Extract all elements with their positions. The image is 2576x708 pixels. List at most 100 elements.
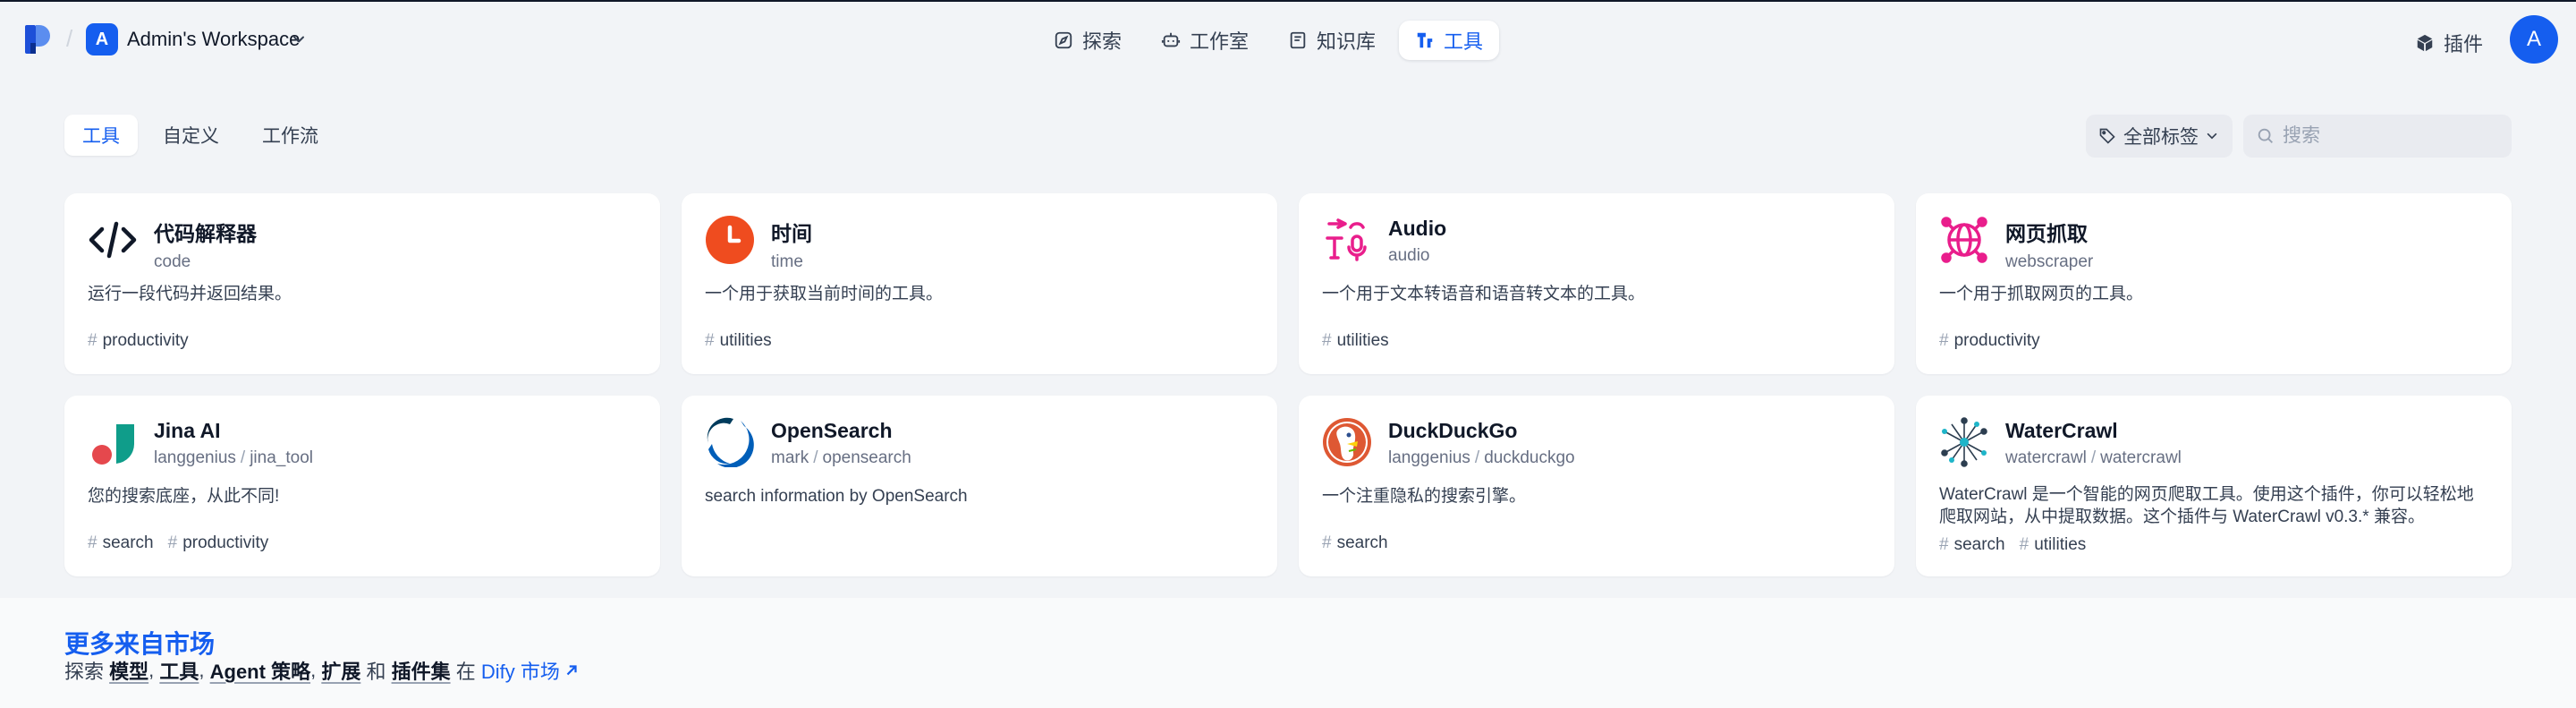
tool-tags: # search # productivity bbox=[88, 533, 268, 553]
tool-grid: 代码解释器 code 运行一段代码并返回结果。 # productivity 时间… bbox=[64, 193, 2512, 576]
tool-title: 时间 bbox=[771, 222, 812, 245]
tool-description: WaterCrawl 是一个智能的网页爬取工具。使用这个插件，你可以轻松地爬取网… bbox=[1939, 485, 2474, 526]
nav-knowledge[interactable]: 知识库 bbox=[1272, 21, 1392, 60]
tool-card-opensearch[interactable]: OpenSearch mark / opensearch search inform… bbox=[682, 396, 1277, 576]
plugins-label: 插件 bbox=[2444, 33, 2484, 55]
tag-chip: # search bbox=[88, 533, 154, 552]
tool-name: webscraper bbox=[2005, 252, 2094, 271]
clock-icon bbox=[706, 216, 754, 264]
nav-tools[interactable]: 工具 bbox=[1399, 21, 1500, 60]
search-input[interactable] bbox=[2283, 125, 2497, 147]
nav-label: 工作室 bbox=[1190, 30, 1250, 53]
tool-title: OpenSearch bbox=[771, 419, 893, 442]
tab-workflow[interactable]: 工作流 bbox=[244, 115, 336, 156]
nav-explore[interactable]: 探索 bbox=[1038, 21, 1138, 60]
tool-description: 您的搜索底座，从此不同! bbox=[88, 487, 280, 506]
user-avatar[interactable]: A bbox=[2510, 15, 2558, 64]
marketplace-kw-models: 模型 bbox=[109, 661, 149, 683]
tag-icon bbox=[2099, 128, 2115, 144]
marketplace-kw-extensions: 扩展 bbox=[321, 661, 361, 683]
book-icon bbox=[1290, 31, 1306, 49]
tool-tags: # utilities bbox=[705, 331, 772, 351]
marketplace-kw-tools: 工具 bbox=[159, 661, 199, 683]
tool-description: 一个用于抓取网页的工具。 bbox=[1939, 285, 2144, 303]
tag-chip: # productivity bbox=[167, 533, 269, 552]
search-box bbox=[2243, 115, 2512, 158]
nav-label: 工具 bbox=[1444, 30, 1484, 53]
tab-builtin[interactable]: 工具 bbox=[64, 115, 138, 156]
nav-label: 探索 bbox=[1082, 30, 1123, 53]
chevron-down-icon bbox=[2207, 132, 2217, 140]
tool-tags: # utilities bbox=[1322, 331, 1389, 351]
cube-icon bbox=[2417, 34, 2433, 52]
marketplace-section: 更多来自市场 探索 模型, 工具, Agent 策略, 扩展 和 插件集 在 D… bbox=[0, 598, 2576, 708]
tool-card-audio[interactable]: Audio audio 一个用于文本转语音和语音转文本的工具。 # utiliti… bbox=[1299, 193, 1894, 374]
tag-chip: # productivity bbox=[88, 331, 189, 350]
tool-card-webscraper[interactable]: 网页抓取 webscraper 一个用于抓取网页的工具。 # productivi… bbox=[1916, 193, 2512, 374]
tool-name: langgenius / jina_tool bbox=[154, 448, 313, 467]
chevron-down-icon[interactable] bbox=[292, 32, 306, 47]
tool-description: 运行一段代码并返回结果。 bbox=[88, 285, 292, 303]
tool-card-watercrawl[interactable]: WaterCrawl watercrawl / watercrawl WaterCr… bbox=[1916, 396, 2512, 576]
tool-name: watercrawl / watercrawl bbox=[2005, 448, 2182, 467]
tool-icon bbox=[1417, 32, 1433, 48]
nav-studio[interactable]: 工作室 bbox=[1145, 21, 1265, 60]
robot-icon bbox=[1161, 32, 1181, 47]
tool-title: WaterCrawl bbox=[2005, 419, 2118, 442]
tag-filter-dropdown[interactable]: 全部标签 bbox=[2086, 115, 2233, 158]
tool-tags: # productivity bbox=[88, 331, 189, 351]
tool-tags: # productivity bbox=[1939, 331, 2040, 351]
tag-chip: # search bbox=[1322, 533, 1388, 552]
tool-name: audio bbox=[1388, 246, 1430, 265]
code-icon bbox=[89, 221, 137, 259]
tool-title: Audio bbox=[1388, 217, 1447, 240]
tag-chip: # utilities bbox=[705, 331, 772, 350]
tag-chip: # productivity bbox=[1939, 331, 2040, 350]
tool-tags: # search bbox=[1322, 533, 1388, 553]
tool-tags: # search # utilities bbox=[1939, 535, 2086, 555]
marketplace-link[interactable]: Dify 市场 bbox=[481, 656, 580, 685]
tool-title: DuckDuckGo bbox=[1388, 419, 1518, 442]
tag-chip: # utilities bbox=[1322, 331, 1389, 350]
tool-category-tabs: 工具 自定义 工作流 bbox=[64, 115, 336, 156]
tool-card-jina[interactable]: Jina AI langgenius / jina_tool 您的搜索底座，从此不同… bbox=[64, 396, 660, 576]
marketplace-kw-agent: Agent 策略 bbox=[209, 661, 311, 683]
tool-card-time[interactable]: 时间 time 一个用于获取当前时间的工具。 # utilities bbox=[682, 193, 1277, 374]
duckduckgo-logo-icon bbox=[1323, 418, 1371, 466]
tool-name: mark / opensearch bbox=[771, 448, 911, 467]
tool-title: 网页抓取 bbox=[2005, 222, 2088, 245]
plugins-button[interactable]: 插件 bbox=[2415, 29, 2483, 57]
workspace-avatar[interactable]: A bbox=[86, 23, 118, 55]
nav-label: 知识库 bbox=[1317, 30, 1377, 53]
audio-icon bbox=[1326, 218, 1367, 261]
tag-chip: # search bbox=[1939, 535, 2005, 554]
jina-logo-icon bbox=[92, 424, 135, 465]
tab-custom[interactable]: 自定义 bbox=[145, 115, 237, 156]
workspace-name[interactable]: Admin's Workspace bbox=[127, 28, 300, 51]
search-icon bbox=[2258, 128, 2273, 143]
tag-filter-label: 全部标签 bbox=[2123, 127, 2199, 148]
marketplace-description: 探索 模型, 工具, Agent 策略, 扩展 和 插件集 在 Dify 市场 bbox=[64, 656, 580, 685]
watercrawl-logo-icon bbox=[1941, 417, 1987, 467]
marketplace-title: 更多来自市场 bbox=[64, 630, 216, 658]
main-nav: 探索 工作室 知识库 工具 bbox=[1038, 21, 1500, 60]
opensearch-logo-icon bbox=[707, 417, 754, 467]
tool-card-code[interactable]: 代码解释器 code 运行一段代码并返回结果。 # productivity bbox=[64, 193, 660, 374]
dify-logo-icon[interactable] bbox=[25, 25, 50, 54]
tool-description: 一个用于文本转语音和语音转文本的工具。 bbox=[1322, 285, 1646, 303]
tool-description: search information by OpenSearch bbox=[705, 487, 968, 506]
tool-card-duckduckgo[interactable]: DuckDuckGo langgenius / duckduckgo 一个注重隐私的… bbox=[1299, 396, 1894, 576]
tool-description: 一个注重隐私的搜索引擎。 bbox=[1322, 487, 1527, 506]
tool-title: 代码解释器 bbox=[154, 222, 257, 245]
tool-name: time bbox=[771, 252, 803, 271]
marketplace-kw-bundles: 插件集 bbox=[391, 661, 451, 683]
top-navigation: / A Admin's Workspace 探索 工作室 知识库 工具 插件 A bbox=[0, 0, 2576, 75]
globe-icon bbox=[1941, 217, 1987, 263]
tool-name: langgenius / duckduckgo bbox=[1388, 448, 1575, 467]
tool-title: Jina AI bbox=[154, 419, 221, 442]
tool-name: code bbox=[154, 252, 191, 271]
compass-icon bbox=[1055, 31, 1072, 49]
breadcrumb-separator: / bbox=[66, 25, 73, 52]
external-link-icon bbox=[566, 665, 577, 676]
tag-chip: # utilities bbox=[2019, 535, 2087, 554]
